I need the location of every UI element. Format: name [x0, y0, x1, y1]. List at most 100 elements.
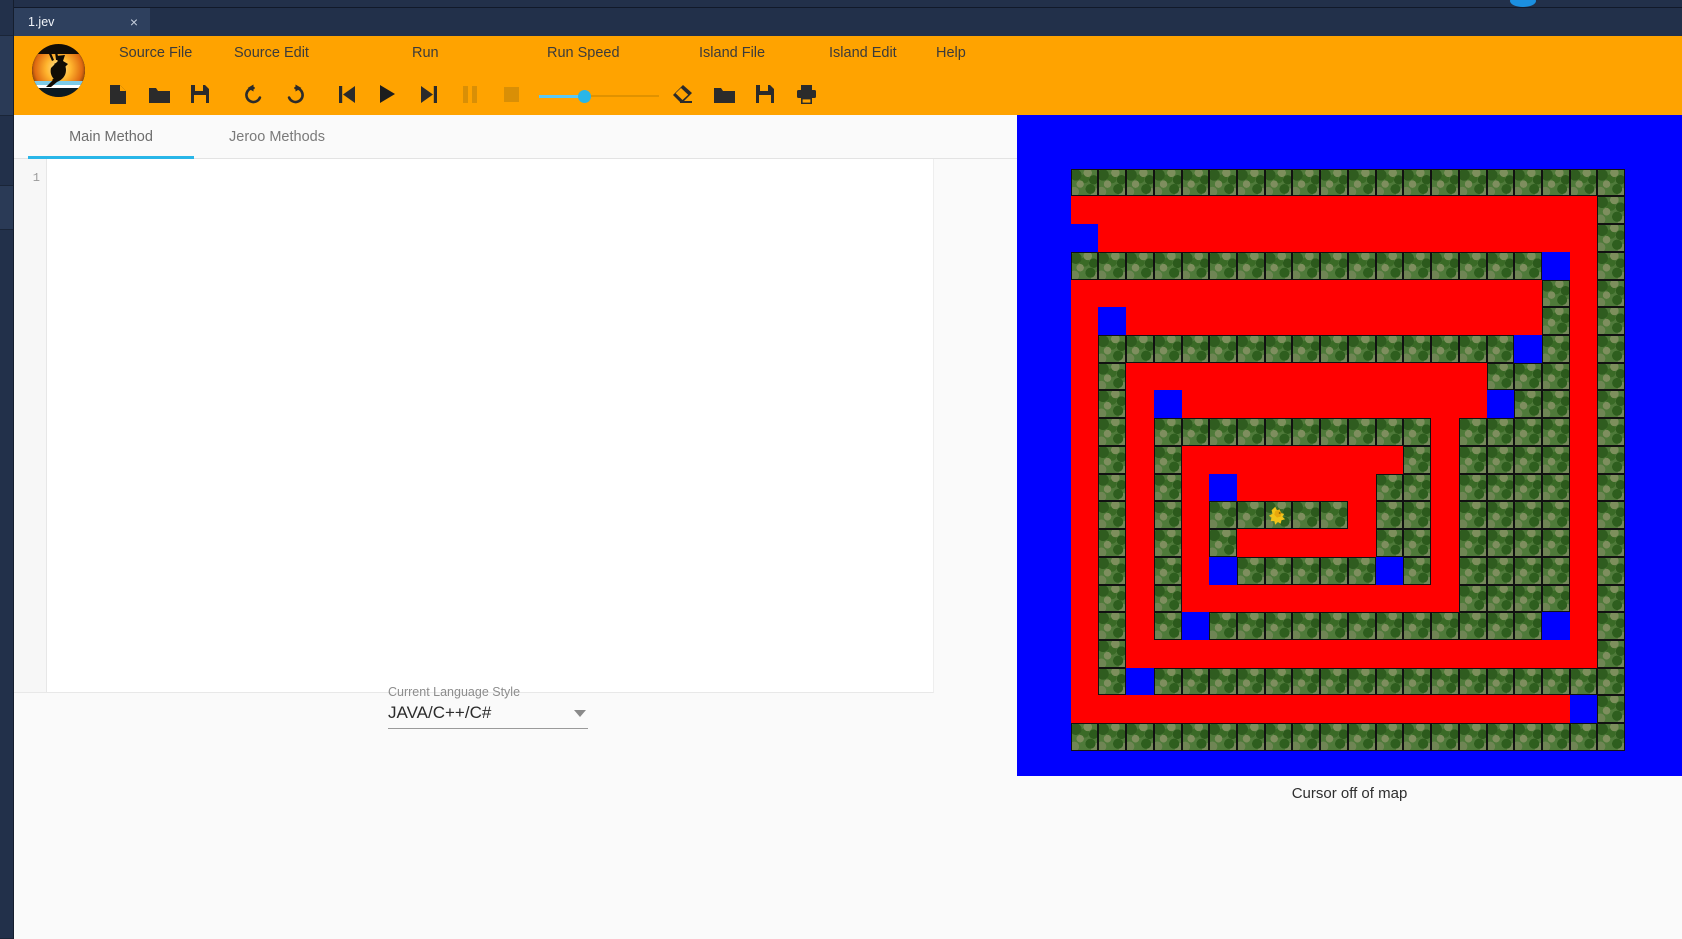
island-cell[interactable]	[1098, 723, 1127, 751]
island-cell[interactable]	[1375, 362, 1404, 391]
island-cell[interactable]	[1070, 612, 1099, 640]
island-cell[interactable]	[1514, 196, 1542, 225]
menu-run[interactable]: Run	[412, 45, 439, 61]
island-cell[interactable]	[1569, 584, 1598, 613]
island-cell[interactable]	[1347, 196, 1376, 225]
island-cell[interactable]	[1126, 612, 1154, 640]
island-cell[interactable]	[1070, 279, 1099, 308]
island-cell[interactable]	[1458, 473, 1487, 502]
island-cell[interactable]	[1431, 418, 1459, 446]
island-cell[interactable]	[1126, 667, 1154, 696]
island-cell[interactable]	[1264, 335, 1293, 363]
island-cell[interactable]	[1458, 307, 1487, 336]
island-cell[interactable]	[1153, 473, 1182, 502]
island-cell[interactable]	[1126, 418, 1154, 446]
island-cell[interactable]	[1070, 695, 1099, 724]
island-cell[interactable]	[1514, 473, 1542, 502]
island-cell[interactable]	[1043, 612, 1071, 640]
island-cell[interactable]	[1126, 251, 1154, 280]
island-cell[interactable]	[1541, 335, 1570, 363]
island-cell[interactable]	[1514, 556, 1542, 585]
island-cell[interactable]	[1292, 501, 1321, 530]
chevron-down-icon[interactable]	[574, 709, 586, 717]
island-cell[interactable]	[1153, 335, 1182, 363]
island-cell[interactable]	[1181, 723, 1210, 751]
island-cell[interactable]	[1486, 307, 1515, 336]
island-cell[interactable]	[1153, 445, 1182, 474]
island-cell[interactable]	[1541, 584, 1570, 613]
island-cell[interactable]	[1153, 529, 1182, 557]
island-cell[interactable]	[1541, 362, 1570, 391]
island-cell[interactable]	[1625, 723, 1653, 751]
island-cell[interactable]	[1375, 473, 1404, 502]
island-cell[interactable]	[1541, 556, 1570, 585]
island-open-button[interactable]	[709, 79, 739, 109]
island-cell[interactable]	[1458, 279, 1487, 308]
island-cell[interactable]	[1320, 362, 1348, 391]
island-cell[interactable]	[1098, 529, 1127, 557]
island-cell[interactable]	[1153, 556, 1182, 585]
island-cell[interactable]	[1597, 141, 1626, 169]
island-cell[interactable]	[1209, 224, 1238, 252]
island-cell[interactable]	[1098, 556, 1127, 585]
island-cell[interactable]	[1486, 556, 1515, 585]
island-cell[interactable]	[1569, 418, 1598, 446]
island-cell[interactable]	[1292, 335, 1321, 363]
island-cell[interactable]	[1403, 695, 1432, 724]
island-cell[interactable]	[1486, 667, 1515, 696]
island-cell[interactable]	[1569, 279, 1598, 308]
island-cell[interactable]	[1431, 335, 1459, 363]
island-cell[interactable]	[1209, 141, 1238, 169]
island-cell[interactable]	[1237, 335, 1265, 363]
island-cell[interactable]	[1569, 390, 1598, 419]
island-cell[interactable]	[1431, 445, 1459, 474]
island-cell[interactable]	[1486, 639, 1515, 668]
island-cell[interactable]	[1458, 501, 1487, 530]
island-cell[interactable]	[1514, 612, 1542, 640]
island-cell[interactable]	[1541, 501, 1570, 530]
island-cell[interactable]	[1458, 584, 1487, 613]
island-cell[interactable]	[1237, 390, 1265, 419]
island-cell[interactable]	[1625, 501, 1653, 530]
print-button[interactable]	[791, 79, 821, 109]
island-cell[interactable]	[1514, 168, 1542, 197]
island-cell[interactable]	[1458, 251, 1487, 280]
island-cell[interactable]	[1181, 390, 1210, 419]
island-cell[interactable]	[1403, 612, 1432, 640]
island-cell[interactable]	[1347, 362, 1376, 391]
island-cell[interactable]	[1209, 279, 1238, 308]
island-cell[interactable]	[1292, 639, 1321, 668]
island-cell[interactable]	[1403, 584, 1432, 613]
island-cell[interactable]	[1597, 639, 1626, 668]
island-cell[interactable]	[1541, 390, 1570, 419]
island-cell[interactable]	[1292, 556, 1321, 585]
island-cell[interactable]	[1181, 612, 1210, 640]
island-cell[interactable]	[1070, 196, 1099, 225]
island-cell[interactable]	[1347, 584, 1376, 613]
island-cell[interactable]	[1043, 723, 1071, 751]
island-cell[interactable]	[1070, 639, 1099, 668]
island-cell[interactable]	[1431, 667, 1459, 696]
island-cell[interactable]	[1403, 307, 1432, 336]
island-cell[interactable]	[1070, 390, 1099, 419]
island-cell[interactable]	[1458, 224, 1487, 252]
island-cell[interactable]	[1098, 390, 1127, 419]
island-cell[interactable]	[1237, 639, 1265, 668]
island-cell[interactable]	[1625, 196, 1653, 225]
island-cell[interactable]	[1458, 445, 1487, 474]
island-cell[interactable]	[1098, 584, 1127, 613]
island-cell[interactable]	[1181, 501, 1210, 530]
island-cell[interactable]	[1181, 529, 1210, 557]
island-cell[interactable]	[1486, 723, 1515, 751]
island-cell[interactable]	[1043, 307, 1071, 336]
island-cell[interactable]	[1153, 279, 1182, 308]
island-cell[interactable]	[1320, 445, 1348, 474]
island-cell[interactable]	[1625, 224, 1653, 252]
island-cell[interactable]	[1347, 639, 1376, 668]
island-cell[interactable]	[1153, 667, 1182, 696]
island-cell[interactable]	[1209, 473, 1238, 502]
island-cell[interactable]	[1569, 612, 1598, 640]
island-cell[interactable]	[1458, 667, 1487, 696]
island-cell[interactable]	[1347, 612, 1376, 640]
island-cell[interactable]	[1292, 612, 1321, 640]
